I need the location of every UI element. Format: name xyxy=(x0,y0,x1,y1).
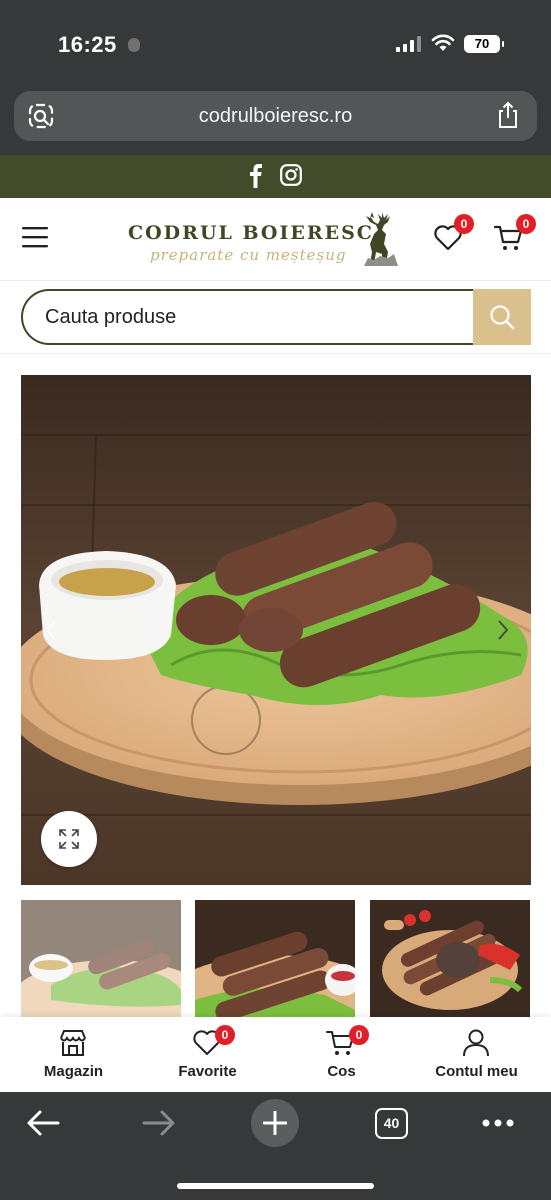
url-text[interactable]: codrulboieresc.ro xyxy=(14,105,537,128)
status-indicator xyxy=(128,38,140,52)
logo-subtitle: preparate cu meșteșug xyxy=(150,246,347,264)
nav-favorites-label: Favorite xyxy=(178,1063,237,1080)
social-bar xyxy=(0,155,551,198)
web-page: CODRUL BOIERESC preparate cu meșteșug 0 … xyxy=(0,155,551,1092)
product-main-image[interactable] xyxy=(21,375,531,885)
zoom-button[interactable] xyxy=(41,811,97,867)
status-bar: 16:25 70 xyxy=(0,0,551,88)
cellular-signal-icon xyxy=(396,36,421,52)
wifi-icon xyxy=(431,34,455,51)
thumbnail-photo xyxy=(21,900,181,1020)
cart-count-badge: 0 xyxy=(516,214,536,234)
search-icon xyxy=(490,305,515,330)
nav-shop[interactable]: Magazin xyxy=(5,1017,142,1092)
battery-indicator: 70 xyxy=(464,35,504,53)
facebook-icon[interactable] xyxy=(247,164,265,188)
thumbnail-photo xyxy=(370,900,530,1020)
tab-switcher-button[interactable]: 40 xyxy=(375,1108,408,1139)
search-form xyxy=(21,289,531,345)
more-options-icon[interactable] xyxy=(481,1118,515,1128)
next-image-arrow-icon[interactable] xyxy=(495,619,511,641)
new-tab-button[interactable] xyxy=(251,1099,299,1147)
nav-shop-label: Magazin xyxy=(43,1063,104,1080)
site-logo[interactable]: CODRUL BOIERESC preparate cu meșteșug xyxy=(128,208,402,272)
nav-favorites[interactable]: 0 Favorite xyxy=(139,1017,276,1092)
divider xyxy=(0,353,551,354)
instagram-icon[interactable] xyxy=(280,164,302,186)
wishlist-count-badge: 0 xyxy=(454,214,474,234)
logo-title: CODRUL BOIERESC xyxy=(128,222,374,244)
product-thumbnail-3[interactable] xyxy=(370,900,530,1020)
search-button[interactable] xyxy=(473,289,531,345)
nav-cart[interactable]: 0 Cos xyxy=(273,1017,410,1092)
expand-icon xyxy=(59,829,79,849)
stag-logo-icon xyxy=(364,212,398,266)
favorites-badge: 0 xyxy=(215,1025,235,1045)
product-photo xyxy=(21,375,531,885)
search-input[interactable] xyxy=(21,289,476,345)
status-time: 16:25 xyxy=(58,32,117,57)
nav-account-label: Contul meu xyxy=(435,1063,518,1080)
home-indicator xyxy=(177,1183,374,1189)
browser-top-bar: 16:25 70 codrulboieresc.ro xyxy=(0,0,551,155)
back-arrow-icon[interactable] xyxy=(26,1109,60,1137)
nav-account[interactable]: Contul meu xyxy=(408,1017,545,1092)
share-icon[interactable] xyxy=(495,101,521,129)
site-header: CODRUL BOIERESC preparate cu meșteșug 0 … xyxy=(0,198,551,281)
forward-arrow-icon[interactable] xyxy=(142,1109,176,1137)
cart-badge: 0 xyxy=(349,1025,369,1045)
user-icon xyxy=(463,1029,489,1057)
browser-toolbar: 40 xyxy=(0,1092,551,1200)
store-icon xyxy=(60,1030,86,1056)
thumbnail-photo xyxy=(195,900,355,1020)
hamburger-menu-icon[interactable] xyxy=(22,226,48,248)
nav-cart-label: Cos xyxy=(327,1063,356,1080)
product-thumbnail-1[interactable] xyxy=(21,900,181,1020)
address-bar[interactable]: codrulboieresc.ro xyxy=(14,91,537,141)
previous-image-arrow-icon[interactable] xyxy=(43,619,59,641)
bottom-navigation: Magazin 0 Favorite 0 Cos Contul meu xyxy=(0,1017,551,1092)
product-thumbnail-2[interactable] xyxy=(195,900,355,1020)
plus-icon xyxy=(263,1111,287,1135)
